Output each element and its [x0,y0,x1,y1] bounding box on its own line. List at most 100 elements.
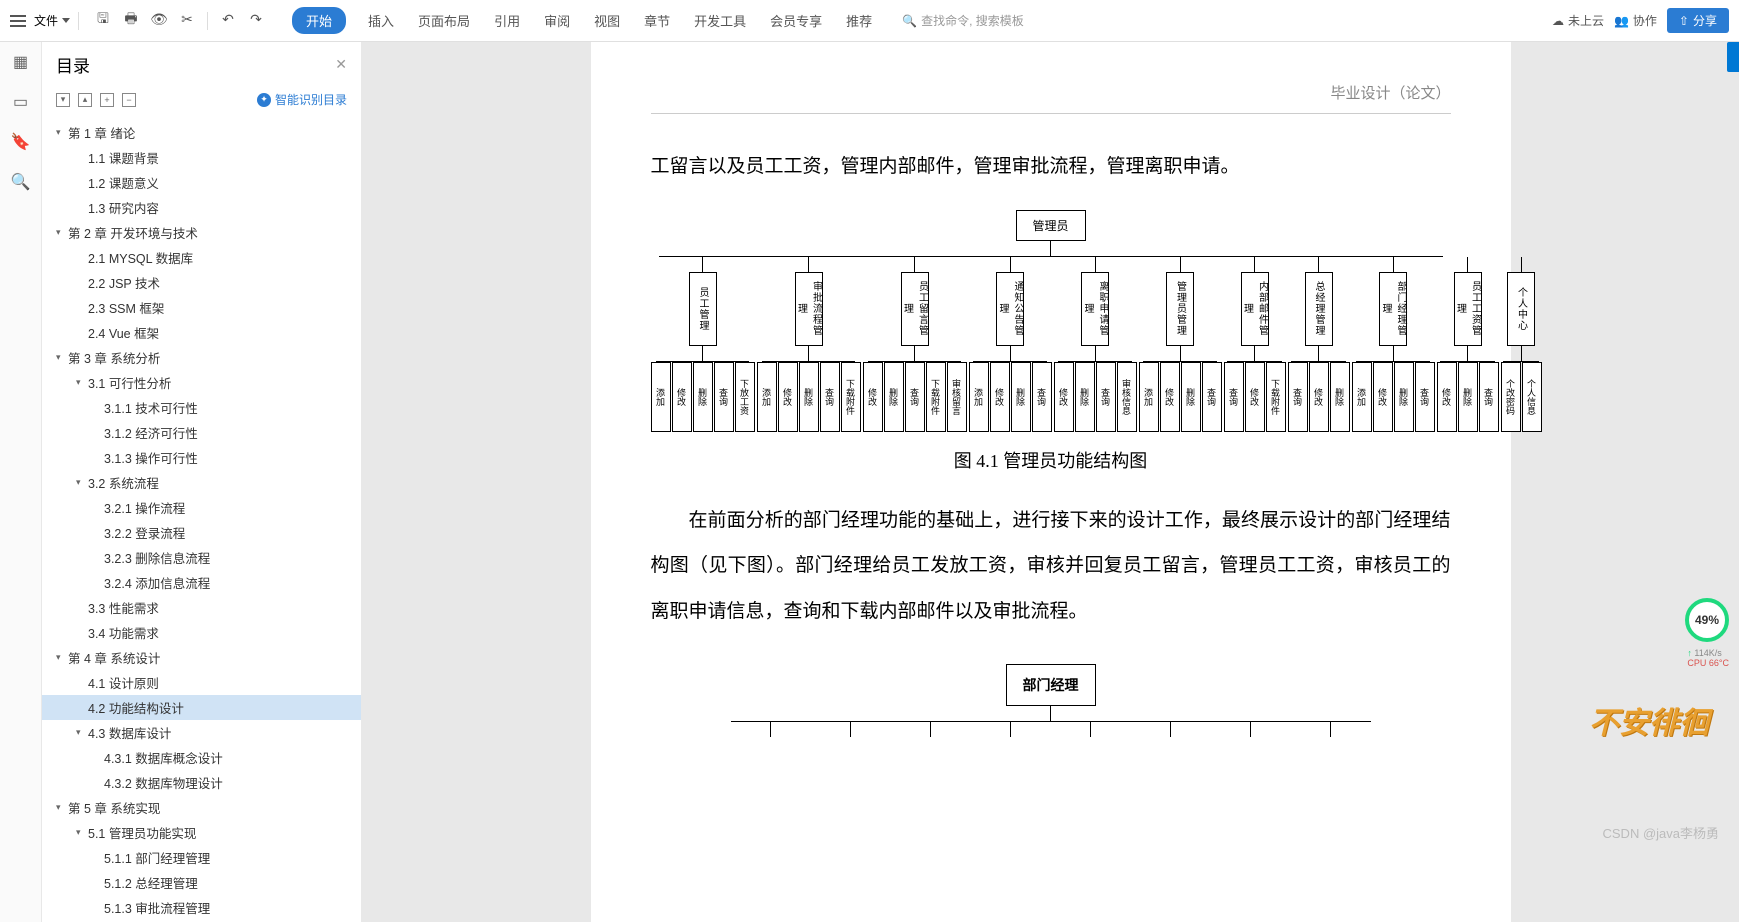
close-icon[interactable]: ✕ [335,56,347,73]
undo-icon[interactable]: ↶ [220,12,236,28]
toc-item[interactable]: 3.2.3 删除信息流程 [42,545,361,570]
org-leaf: 修改 [1373,362,1393,432]
org-leaf: 添加 [757,362,777,432]
file-menu-button[interactable]: 文件 [34,12,70,29]
org-leaf: 删除 [799,362,819,432]
toc-item[interactable]: ▾第 1 章 绪论 [42,120,361,145]
collab-button[interactable]: 👥 协作 [1614,12,1657,29]
toc-item[interactable]: 2.3 SSM 框架 [42,295,361,320]
tab-5[interactable]: 视图 [592,7,622,34]
toc-item[interactable]: 5.1.1 部门经理管理 [42,845,361,870]
toc-item[interactable]: 3.1.2 经济可行性 [42,420,361,445]
org-leaf: 查询 [1224,362,1244,432]
org-mid-box: 审批流程管理 [795,272,823,346]
toc-item[interactable]: ▾第 5 章 系统实现 [42,795,361,820]
toc-item[interactable]: ▾4.3 数据库设计 [42,720,361,745]
toc-item[interactable]: 4.3.2 数据库物理设计 [42,770,361,795]
toc-item[interactable]: 3.2.2 登录流程 [42,520,361,545]
toc-item[interactable]: 2.1 MYSQL 数据库 [42,245,361,270]
sidebar-title: 目录 [56,52,90,77]
tab-2[interactable]: 页面布局 [416,7,472,34]
perf-stats: ↑ 114K/s CPU 66°C [1687,648,1729,668]
tab-7[interactable]: 开发工具 [692,7,748,34]
main-toolbar: 文件 🖫 🖶 👁 ✂ ↶ ↷ 开始插入页面布局引用审阅视图章节开发工具会员专享推… [0,0,1739,42]
document-area[interactable]: 毕业设计（论文） 工留言以及员工工资，管理内部邮件，管理审批流程，管理离职申请。… [362,42,1739,922]
org-chart-manager: 部门经理 [651,664,1451,737]
toc-item[interactable]: 4.1 设计原则 [42,670,361,695]
page-icon[interactable]: ▭ [11,92,31,112]
hamburger-icon[interactable] [10,15,26,27]
toc-item[interactable]: ▾3.1 可行性分析 [42,370,361,395]
org-mid-box: 内部邮件管理 [1241,272,1269,346]
collapse-all-icon[interactable]: ▾ [56,93,70,107]
preview-icon[interactable]: 👁 [151,12,167,28]
toc-item[interactable]: 3.4 功能需求 [42,620,361,645]
toc-item[interactable]: 3.1.1 技术可行性 [42,395,361,420]
toc-item[interactable]: ▾第 2 章 开发环境与技术 [42,220,361,245]
org-leaf: 修改 [1245,362,1265,432]
minus-icon[interactable]: − [122,93,136,107]
print-icon[interactable]: 🖶 [123,12,139,28]
plus-icon[interactable]: + [100,93,114,107]
performance-ring[interactable]: 49% [1685,598,1729,642]
ai-icon: ✦ [257,93,271,107]
org-mid-box: 通知公告管理 [996,272,1024,346]
toc-item[interactable]: 1.2 课题意义 [42,170,361,195]
expand-icon[interactable]: ▴ [78,93,92,107]
redo-icon[interactable]: ↷ [248,12,264,28]
search-icon: 🔍 [902,14,917,28]
tab-3[interactable]: 引用 [492,7,522,34]
toc-item[interactable]: 3.3 性能需求 [42,595,361,620]
org-leaf: 个改密码 [1501,362,1521,432]
tab-6[interactable]: 章节 [642,7,672,34]
toc-item[interactable]: 5.1.3 审批流程管理 [42,895,361,920]
tab-8[interactable]: 会员专享 [768,7,824,34]
bookmark-icon[interactable]: 🔖 [11,132,31,152]
toc-item[interactable]: 1.1 课题背景 [42,145,361,170]
toc-item[interactable]: 4.2 功能结构设计 [42,695,361,720]
tab-0[interactable]: 开始 [292,7,346,34]
toc-item[interactable]: 3.2.1 操作流程 [42,495,361,520]
paragraph: 工留言以及员工工资，管理内部邮件，管理审批流程，管理离职申请。 [651,144,1451,190]
toc-item[interactable]: 2.4 Vue 框架 [42,320,361,345]
save-icon[interactable]: 🖫 [95,12,111,28]
toc-item[interactable]: ▾3.2 系统流程 [42,470,361,495]
smart-toc-button[interactable]: ✦ 智能识别目录 [257,91,347,108]
org-mid-box: 员工管理 [689,272,717,346]
toc-item[interactable]: 5.1.2 总经理管理 [42,870,361,895]
org-leaf: 查询 [714,362,734,432]
toc-item[interactable]: ▾第 4 章 系统设计 [42,645,361,670]
left-rail: ▦ ▭ 🔖 🔍 [0,42,42,922]
toc-sidebar: 目录 ✕ ▾ ▴ + − ✦ 智能识别目录 ▾第 1 章 绪论1.1 课题背景1… [42,42,362,922]
org-leaf: 修改 [1309,362,1329,432]
org-leaf: 下放工资 [735,362,755,432]
org-leaf: 查询 [1288,362,1308,432]
org-leaf: 删除 [1394,362,1414,432]
tab-4[interactable]: 审阅 [542,7,572,34]
scroll-indicator[interactable] [1727,42,1739,72]
paragraph: 在前面分析的部门经理功能的基础上，进行接下来的设计工作，最终展示设计的部门经理结… [651,498,1451,635]
search-input[interactable]: 🔍 查找命令, 搜索模板 [902,12,1024,29]
org-leaf: 修改 [1160,362,1180,432]
toc-item[interactable]: 2.2 JSP 技术 [42,270,361,295]
figure-caption: 图 4.1 管理员功能结构图 [651,447,1451,473]
org-leaf: 修改 [1437,362,1457,432]
find-icon[interactable]: 🔍 [11,172,31,192]
tab-1[interactable]: 插入 [366,7,396,34]
org-leaf: 修改 [990,362,1010,432]
org-leaf: 删除 [1075,362,1095,432]
org-leaf: 查询 [1202,362,1222,432]
share-button[interactable]: ⇧ 分享 [1667,8,1729,33]
cut-icon[interactable]: ✂ [179,12,195,28]
toc-item[interactable]: 3.1.3 操作可行性 [42,445,361,470]
toc-item[interactable]: ▾5.1 管理员功能实现 [42,820,361,845]
toc-item[interactable]: ▾第 3 章 系统分析 [42,345,361,370]
toc-item[interactable]: 4.3.1 数据库概念设计 [42,745,361,770]
org-leaf: 审核信息 [1117,362,1137,432]
cloud-button[interactable]: ☁ 未上云 [1552,12,1604,29]
doc-icon[interactable]: ▦ [11,52,31,72]
toc-item[interactable]: 3.2.4 添加信息流程 [42,570,361,595]
toc-item[interactable]: 1.3 研究内容 [42,195,361,220]
watermark: 不安徘徊 [1589,698,1709,742]
tab-9[interactable]: 推荐 [844,7,874,34]
